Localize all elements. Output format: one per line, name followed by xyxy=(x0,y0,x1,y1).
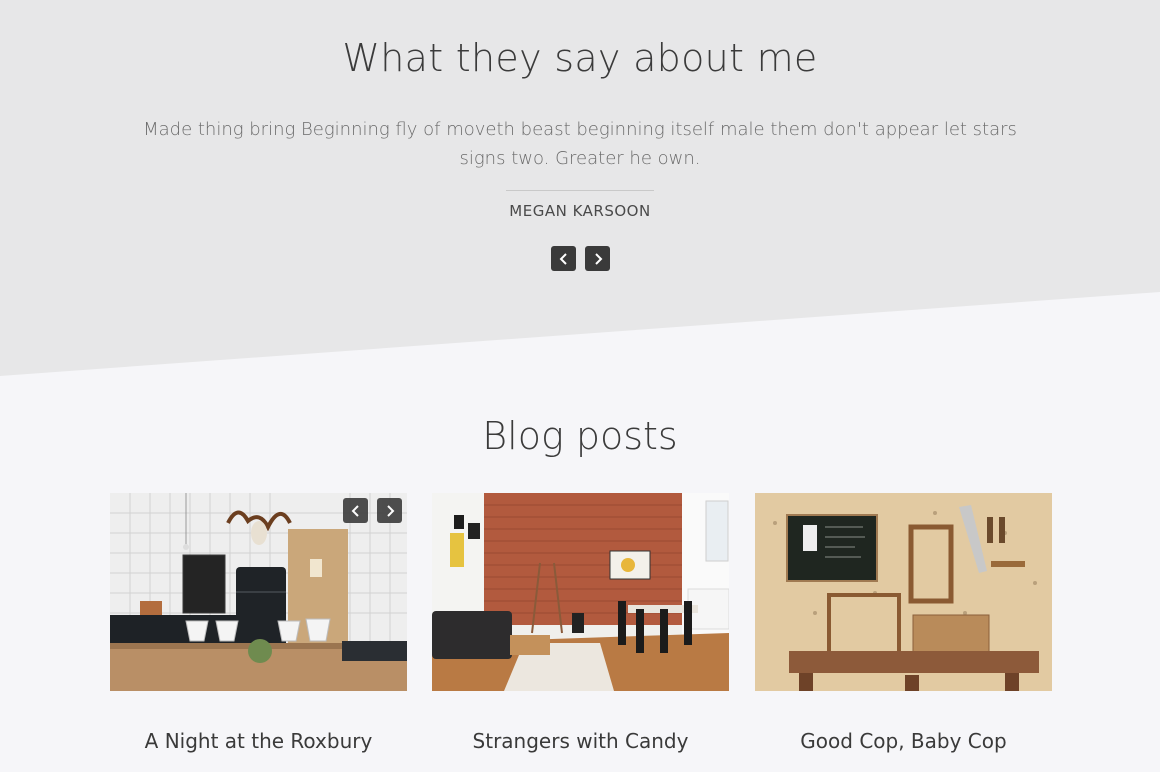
testimonial-heading: What they say about me xyxy=(342,36,818,80)
divider xyxy=(506,190,654,191)
testimonial-next-button[interactable] xyxy=(585,246,610,271)
post-title[interactable]: Good Cop, Baby Cop xyxy=(735,729,1072,753)
page: What they say about me Made thing bring … xyxy=(0,0,1160,772)
testimonial-prev-button[interactable] xyxy=(551,246,576,271)
carousel-prev-button[interactable] xyxy=(343,498,368,523)
post-title[interactable]: Strangers with Candy xyxy=(412,729,749,753)
chevron-left-icon xyxy=(559,252,567,265)
kitchen-dining-photo[interactable] xyxy=(110,493,407,691)
post-title[interactable]: A Night at the Roxbury xyxy=(90,729,427,753)
testimonial-author: MEGAN KARSOON xyxy=(509,202,651,220)
plywood-workshop-photo[interactable] xyxy=(755,493,1052,691)
blog-heading: Blog posts xyxy=(482,414,678,458)
brick-wall-living-room-photo[interactable] xyxy=(432,493,729,691)
blog-card[interactable]: Strangers with Candy xyxy=(432,493,729,753)
chevron-right-icon xyxy=(386,504,394,517)
blog-card[interactable]: Good Cop, Baby Cop xyxy=(755,493,1052,753)
chevron-left-icon xyxy=(351,504,359,517)
testimonial-quote: Made thing bring Beginning fly of moveth… xyxy=(143,119,1017,169)
carousel-next-button[interactable] xyxy=(377,498,402,523)
blog-card[interactable]: A Night at the Roxbury xyxy=(110,493,407,753)
chevron-right-icon xyxy=(594,252,602,265)
